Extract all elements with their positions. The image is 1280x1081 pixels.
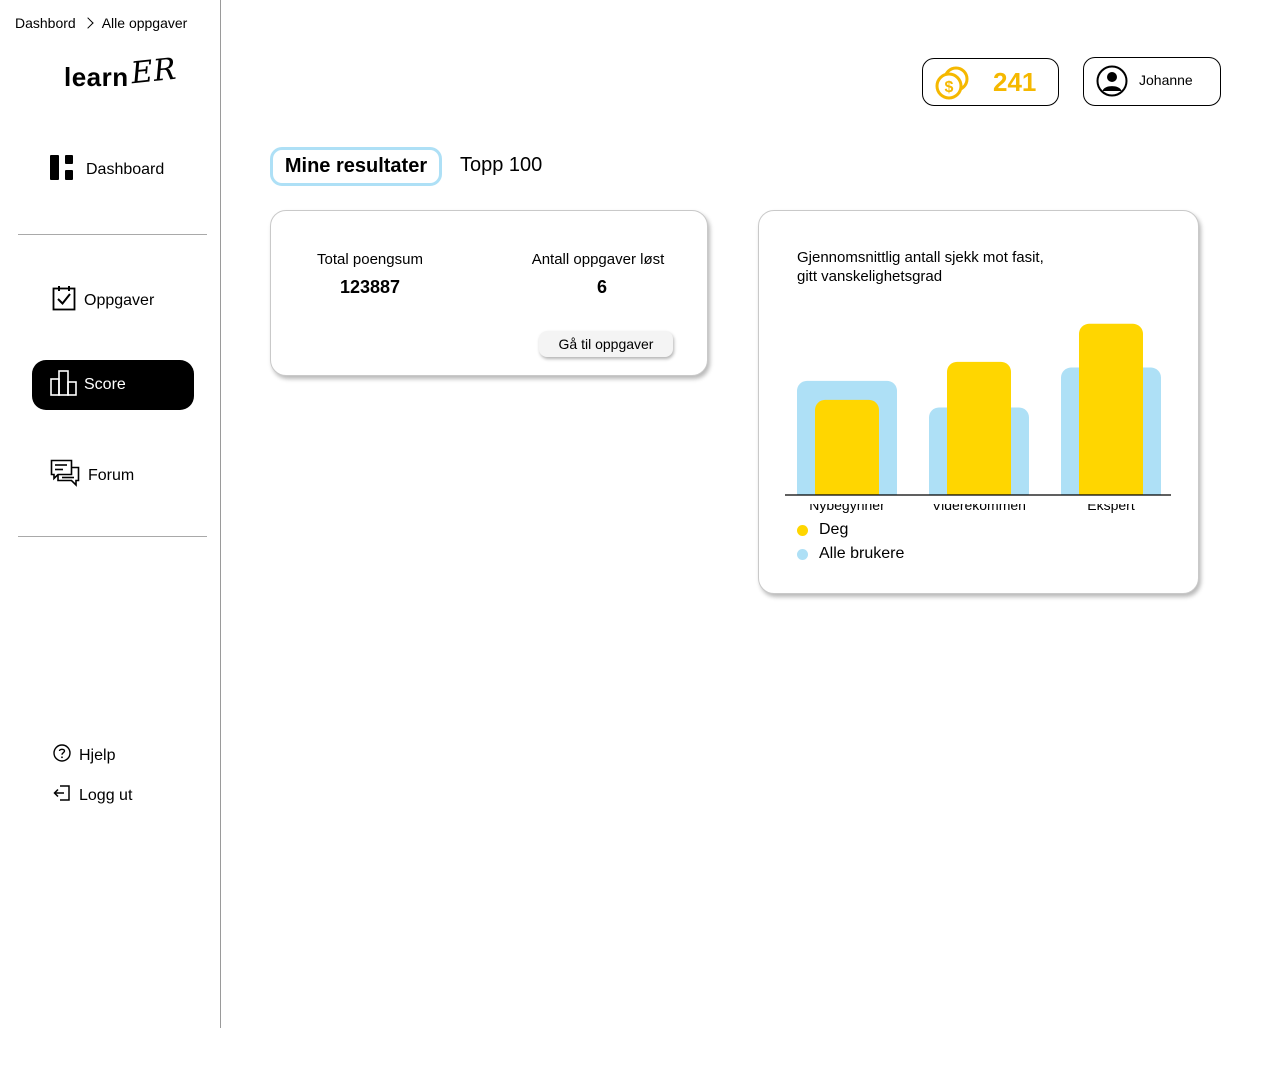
total-score-label: Total poengsum — [317, 251, 423, 268]
svg-text:$: $ — [945, 79, 954, 96]
legend-item-alle-brukere: Alle brukere — [797, 545, 904, 563]
legend-dot-alle-brukere — [797, 548, 808, 560]
sidebar-item-score[interactable]: Score — [32, 360, 194, 410]
tasks-solved-value: 6 — [596, 277, 607, 297]
task-checklist-icon — [52, 285, 76, 316]
tasks-solved-label: Antall oppgaver løst — [531, 251, 665, 268]
sidebar-divider — [220, 0, 221, 1028]
sidebar-item-oppgaver[interactable]: Oppgaver — [52, 285, 154, 316]
legend-label-deg: Deg — [819, 521, 849, 538]
sidebar-item-forum[interactable]: Forum — [50, 459, 134, 492]
legend-item-deg: Deg — [797, 521, 848, 539]
total-score-value: 123887 — [339, 277, 401, 297]
sidebar-item-label: Dashboard — [86, 161, 165, 178]
sidebar-item-label: Oppgaver — [84, 291, 155, 309]
help-icon — [53, 744, 71, 767]
baseline-mask — [785, 495, 1171, 504]
coin-balance[interactable]: $ 241 — [922, 58, 1059, 106]
goto-tasks-button[interactable]: Gå til oppgaver — [539, 331, 673, 357]
chart-card: Gjennomsnittlig antall sjekk mot fasit, … — [758, 210, 1199, 594]
bar-deg-0 — [815, 399, 879, 503]
sidebar-separator — [18, 234, 207, 235]
tab-topp-100[interactable]: Topp 100 — [460, 154, 542, 177]
sidebar-item-label: Forum — [88, 466, 135, 484]
logout-icon — [53, 784, 71, 807]
breadcrumb: Dashbord Alle oppgaver — [15, 15, 187, 31]
legend-dot-deg — [797, 524, 808, 536]
user-name: Johanne — [1139, 72, 1193, 88]
logo-main: learn — [64, 62, 129, 92]
coins-icon: $ — [935, 66, 971, 105]
help-label: Hjelp — [79, 746, 116, 764]
logout-link[interactable]: Logg ut — [53, 784, 132, 807]
help-link[interactable]: Hjelp — [53, 744, 115, 767]
tab-mine-resultater[interactable]: Mine resultater — [270, 147, 442, 186]
chevron-right-icon — [82, 17, 94, 29]
bar-chart-icon — [50, 369, 78, 401]
logo-accent: ER — [128, 51, 178, 92]
bar-deg-1 — [947, 361, 1011, 503]
sidebar-separator — [18, 536, 207, 537]
breadcrumb-alle-oppgaver[interactable]: Alle oppgaver — [102, 15, 188, 31]
stats-card: Total poengsum 123887 Antall oppgaver lø… — [270, 210, 708, 376]
dashboard-icon — [50, 155, 74, 185]
sidebar-item-label: Score — [84, 376, 126, 393]
user-menu[interactable]: Johanne — [1083, 57, 1221, 106]
logo[interactable]: learn ER — [64, 52, 178, 93]
coin-count: 241 — [993, 67, 1037, 97]
forum-chat-icon — [50, 459, 80, 492]
breadcrumb-dashbord[interactable]: Dashbord — [15, 15, 76, 31]
logout-label: Logg ut — [79, 786, 133, 804]
sidebar-item-dashboard[interactable]: Dashboard — [50, 155, 164, 185]
legend-label-alle-brukere: Alle brukere — [819, 545, 905, 562]
bar-deg-2 — [1079, 323, 1143, 503]
avatar-icon — [1096, 65, 1128, 102]
